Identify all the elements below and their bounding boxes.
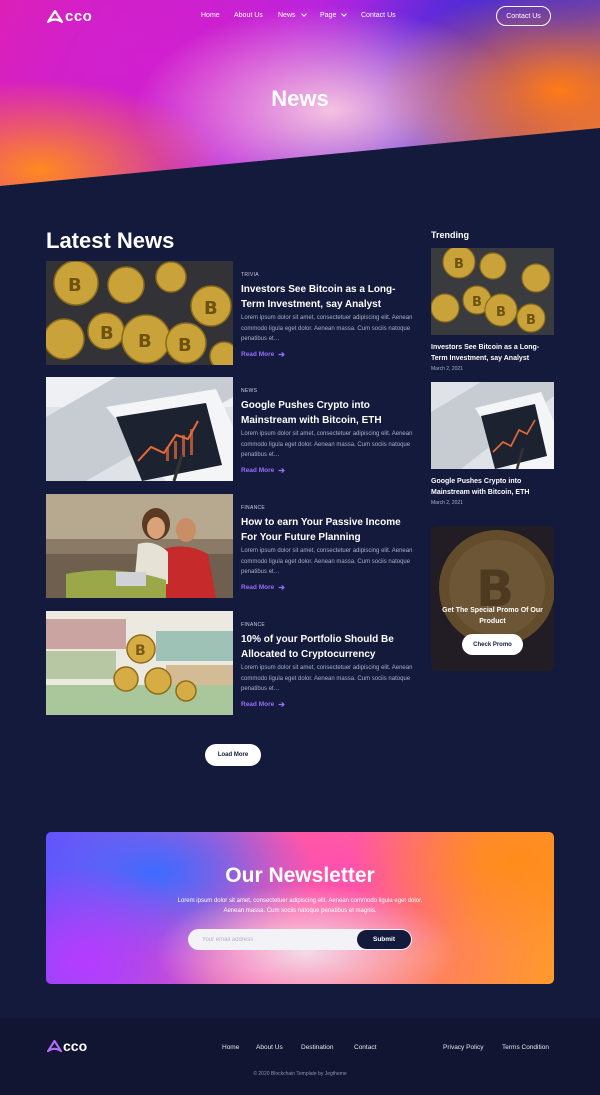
footer-link-home[interactable]: Home (222, 1044, 239, 1051)
read-more-label: Read More (241, 701, 275, 708)
promo-text: Get The Special Promo Of Our Product (442, 607, 543, 625)
trending-title[interactable]: Google Pushes Crypto into Mainstream wit… (431, 476, 554, 498)
read-more-link[interactable]: Read More ➔ (241, 700, 285, 709)
read-more-label: Read More (241, 584, 275, 591)
read-more-link[interactable]: Read More ➔ (241, 583, 285, 592)
latest-news-heading: Latest News (46, 228, 175, 253)
promo-card: B Get The Special Promo Of Our Product C… (431, 526, 554, 671)
page-title: News (271, 86, 329, 111)
post-category: NEWS (241, 388, 258, 394)
post-image-couple[interactable] (46, 494, 233, 598)
post-title[interactable]: How to earn Your Passive Income For Your… (241, 515, 416, 545)
read-more-label: Read More (241, 351, 275, 358)
post-image-bitcoins[interactable]: BBBBB (46, 261, 233, 365)
arrow-right-icon: ➔ (278, 466, 285, 475)
post-title[interactable]: Google Pushes Crypto into Mainstream wit… (241, 398, 416, 428)
svg-text:B: B (472, 295, 482, 310)
nav-item-home[interactable]: Home (201, 12, 220, 19)
newsletter-text: Lorem ipsum dolor sit amet, consectetuer… (177, 898, 423, 914)
news-post: NEWS Google Pushes Crypto into Mainstrea… (46, 377, 416, 481)
post-excerpt: Lorem ipsum dolor sit amet, consectetuer… (241, 665, 413, 692)
post-category: FINANCE (241, 505, 266, 511)
svg-text:B: B (454, 257, 464, 272)
svg-text:B: B (496, 305, 506, 320)
contact-us-button[interactable]: Contact Us (496, 6, 551, 26)
news-post: B FINANCE 10% of your Portfolio Should B… (46, 611, 416, 715)
load-more-button[interactable]: Load More (205, 744, 261, 766)
nav-item-page[interactable]: Page (320, 11, 348, 19)
svg-text:B: B (135, 643, 146, 659)
check-promo-button[interactable]: Check Promo (462, 634, 523, 655)
nav-item-page-label: Page (320, 12, 337, 19)
trending-date: March 2, 2021 (431, 500, 463, 506)
trending-title[interactable]: Investors See Bitcoin as a Long-Term Inv… (431, 342, 554, 364)
brand-name: cco (63, 1038, 88, 1054)
submit-button[interactable]: Submit (357, 930, 411, 949)
top-nav: cco Home About Us News Page Contact Us C… (0, 6, 600, 28)
copyright: © 2020 Blockchain Template by Jegtheme (253, 1071, 347, 1077)
post-excerpt: Lorem ipsum dolor sit amet, consectetuer… (241, 431, 413, 458)
svg-text:B: B (526, 313, 536, 328)
post-image-money[interactable]: B (46, 611, 233, 715)
post-category: FINANCE (241, 622, 266, 628)
post-image-tablet[interactable] (46, 377, 233, 481)
footer: cco Home About Us Destination Contact Pr… (0, 1018, 600, 1095)
post-excerpt: Lorem ipsum dolor sit amet, consectetuer… (241, 315, 413, 342)
footer-link-destination[interactable]: Destination (301, 1044, 334, 1051)
brand-name: cco (65, 8, 93, 25)
logo-icon (46, 9, 64, 23)
nav-item-contact[interactable]: Contact Us (361, 12, 396, 19)
read-more-link[interactable]: Read More ➔ (241, 350, 285, 359)
footer-logo[interactable]: cco (46, 1038, 87, 1054)
nav-item-about[interactable]: About Us (234, 12, 263, 19)
nav-item-news[interactable]: News (278, 11, 307, 19)
arrow-right-icon: ➔ (278, 700, 285, 709)
email-field[interactable] (202, 929, 352, 950)
chevron-down-icon (300, 11, 307, 17)
trending-image-bitcoins[interactable]: BBBB (431, 248, 554, 335)
post-title[interactable]: 10% of your Portfolio Should Be Allocate… (241, 632, 416, 662)
read-more-label: Read More (241, 467, 275, 474)
arrow-right-icon: ➔ (278, 583, 285, 592)
footer-link-contact[interactable]: Contact (354, 1044, 376, 1051)
news-post: BBBBB TRIVIA Investors See Bitcoin as a … (46, 261, 416, 365)
post-category: TRIVIA (241, 272, 259, 278)
logo-icon (46, 1039, 63, 1052)
svg-text:B: B (68, 275, 82, 296)
arrow-right-icon: ➔ (278, 350, 285, 359)
svg-text:B: B (204, 298, 218, 319)
news-post: FINANCE How to earn Your Passive Income … (46, 494, 416, 598)
svg-text:B: B (100, 323, 114, 344)
newsletter-form: Submit (188, 929, 412, 950)
footer-link-about[interactable]: About Us (256, 1044, 283, 1051)
svg-text:B: B (138, 331, 152, 352)
nav-item-news-label: News (278, 12, 296, 19)
trending-heading: Trending (431, 230, 469, 240)
logo[interactable]: cco (46, 8, 92, 25)
trending-image-tablet[interactable] (431, 382, 554, 469)
footer-link-terms[interactable]: Terms Condition (502, 1044, 549, 1051)
newsletter-title: Our Newsletter (225, 864, 375, 887)
chevron-down-icon (341, 11, 348, 17)
post-excerpt: Lorem ipsum dolor sit amet, consectetuer… (241, 548, 413, 575)
read-more-link[interactable]: Read More ➔ (241, 466, 285, 475)
footer-link-privacy[interactable]: Privacy Policy (443, 1044, 483, 1051)
newsletter-section: Our Newsletter Lorem ipsum dolor sit ame… (46, 832, 554, 984)
trending-item: BBBB Investors See Bitcoin as a Long-Ter… (431, 248, 554, 372)
trending-date: March 2, 2021 (431, 366, 463, 372)
post-title[interactable]: Investors See Bitcoin as a Long-Term Inv… (241, 282, 416, 312)
svg-text:B: B (178, 335, 192, 356)
trending-item: Google Pushes Crypto into Mainstream wit… (431, 382, 554, 506)
